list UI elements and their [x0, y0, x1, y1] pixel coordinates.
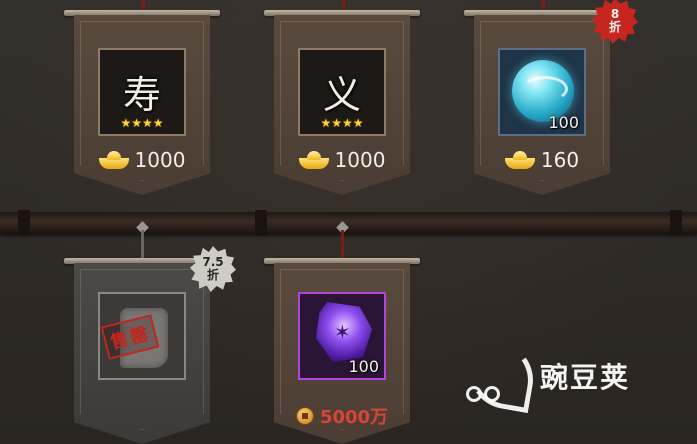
cloud-swirl-icon: [522, 76, 568, 102]
price-value: 160: [540, 148, 580, 172]
crystal-rune-icon: ✶: [334, 320, 351, 344]
discount-unit: 折: [608, 20, 621, 34]
rope: [341, 230, 344, 260]
item-count: 100: [548, 113, 579, 132]
shop-item-sold-out[interactable]: 售罄: [74, 263, 210, 444]
item-icon-frame[interactable]: 寿 ★★★★: [98, 48, 186, 136]
shop-item-yi[interactable]: 义 ★★★★ 1000: [274, 15, 410, 195]
watermark-text: 豌豆荚: [540, 361, 631, 394]
string: [141, 230, 144, 260]
item-icon-frame[interactable]: 100: [498, 48, 586, 136]
yi-glyph-icon: 义: [322, 73, 361, 117]
hanging-rod: [0, 210, 697, 236]
item-icon-frame[interactable]: 义 ★★★★: [298, 48, 386, 136]
item-count: 100: [348, 357, 379, 376]
price-value: 5000万: [319, 407, 389, 428]
price-value: 1000: [334, 148, 386, 172]
star-rating: ★★★★: [120, 116, 164, 130]
star-rating: ★★★★: [320, 116, 364, 130]
shop-item-crystal[interactable]: ✶ 100 5000万: [274, 263, 410, 444]
shop-item-shou[interactable]: 寿 ★★★★ 1000: [74, 15, 210, 195]
price-tag: 1000: [274, 147, 410, 173]
discount-unit: 折: [206, 268, 219, 282]
price-value: 1000: [134, 148, 186, 172]
price-tag: 1000: [74, 147, 210, 173]
shop-item-orb[interactable]: 100 160: [474, 15, 610, 195]
ingot-icon: [98, 151, 129, 169]
ingot-icon: [298, 151, 329, 169]
price-tag: 160: [474, 147, 610, 173]
wandoujia-logo-icon: [462, 336, 540, 414]
watermark: 豌豆荚: [462, 336, 662, 414]
shou-glyph-icon: 寿: [122, 73, 161, 117]
price-tag: 5000万: [274, 403, 410, 429]
copper-coin-icon: [295, 407, 314, 425]
item-icon-frame[interactable]: 售罄: [98, 292, 186, 380]
ingot-icon: [504, 151, 535, 169]
item-icon-frame[interactable]: ✶ 100: [298, 292, 386, 380]
